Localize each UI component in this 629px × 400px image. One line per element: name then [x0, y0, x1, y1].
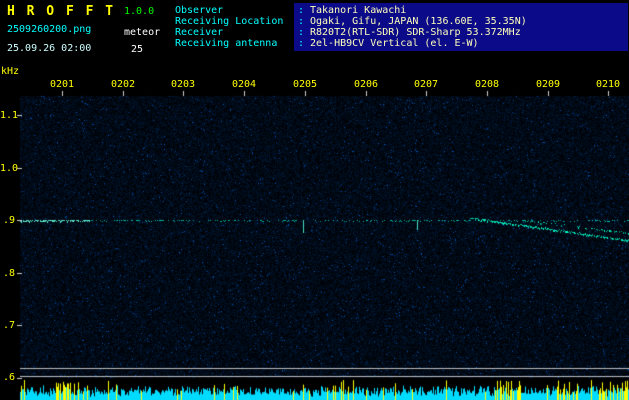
time-label-0210: 0210 — [596, 79, 621, 90]
spectrogram-canvas — [0, 0, 629, 400]
info-row-receiver: Receiver : R820T2(RTL-SDR) SDR-Sharp 53.… — [0, 27, 629, 38]
info-row-location: Receiving Location : Ogaki, Gifu, JAPAN … — [0, 16, 629, 27]
info-label-antenna: Receiving antenna — [175, 38, 278, 49]
hrofft-window: H R O F F T 1.0.0 2509260200.png meteor … — [0, 0, 629, 400]
time-label-0201: 0201 — [50, 79, 75, 90]
freq-unit-label: kHz — [1, 66, 20, 77]
freq-label-1-0: 1.0 — [0, 163, 19, 174]
freq-label-1-1: 1.1 — [0, 110, 19, 121]
time-label-0202: 0202 — [111, 79, 136, 90]
time-label-0205: 0205 — [293, 79, 318, 90]
info-row-antenna: Receiving antenna : 2el-HB9CV Vertical (… — [0, 38, 629, 49]
info-label-observer: Observer — [175, 5, 224, 16]
freq-label-0-9: .9 — [2, 215, 15, 226]
info-value-antenna: 2el-HB9CV Vertical (el. E-W) — [310, 38, 479, 49]
time-label-0204: 0204 — [232, 79, 257, 90]
info-value-observer: Takanori Kawachi — [310, 5, 407, 16]
freq-label-0-6: .6 — [2, 372, 15, 383]
time-label-0209: 0209 — [536, 79, 561, 90]
info-colon: : — [298, 38, 305, 49]
freq-label-0-8: .8 — [2, 268, 15, 279]
info-colon: : — [298, 16, 305, 27]
info-colon: : — [298, 5, 305, 16]
info-label-location: Receiving Location — [175, 16, 284, 27]
time-label-0208: 0208 — [475, 79, 500, 90]
freq-label-0-7: .7 — [2, 320, 15, 331]
info-value-location: Ogaki, Gifu, JAPAN (136.60E, 35.35N) — [310, 16, 527, 27]
info-colon: : — [298, 27, 305, 38]
time-label-0206: 0206 — [354, 79, 379, 90]
info-value-receiver: R820T2(RTL-SDR) SDR-Sharp 53.372MHz — [310, 27, 521, 38]
info-label-receiver: Receiver — [175, 27, 224, 38]
time-label-0207: 0207 — [414, 79, 439, 90]
info-row-observer: Observer : Takanori Kawachi — [0, 5, 629, 16]
time-label-0203: 0203 — [171, 79, 196, 90]
